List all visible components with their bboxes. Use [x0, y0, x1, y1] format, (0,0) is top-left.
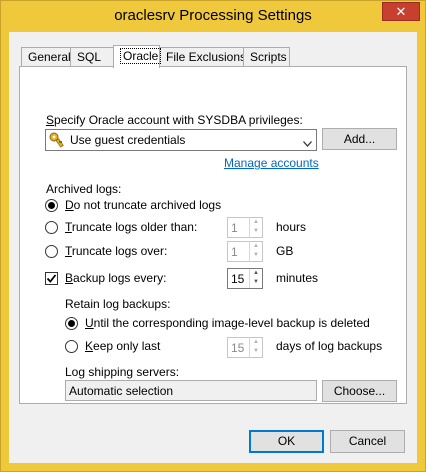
no-truncate-radio[interactable]: [45, 199, 58, 212]
choose-servers-button[interactable]: Choose...: [322, 380, 397, 402]
spin-down-icon: ▼: [253, 348, 259, 354]
backup-interval-stepper[interactable]: 15 ▲ ▼: [227, 268, 263, 289]
dialog-client-area: General SQL Oracle File Exclusions Scrip…: [9, 32, 417, 463]
manage-accounts-link[interactable]: Manage accounts: [224, 156, 319, 170]
backup-logs-checkbox[interactable]: [45, 272, 58, 285]
add-account-button[interactable]: Add...: [322, 128, 397, 150]
tab-general[interactable]: General: [21, 47, 71, 67]
older-unit-label: hours: [276, 220, 307, 234]
tab-oracle[interactable]: Oracle: [113, 45, 162, 68]
account-label: Specify Oracle account with SYSDBA privi…: [46, 113, 303, 127]
truncate-over-radio[interactable]: [45, 245, 58, 258]
key-icon: [49, 132, 67, 151]
spin-up-icon: ▲: [253, 339, 259, 345]
cancel-button[interactable]: Cancel: [330, 430, 405, 453]
title-bar[interactable]: oraclesrv Processing Settings ✕: [1, 1, 425, 33]
spin-down-icon: ▼: [253, 252, 259, 258]
ok-button[interactable]: OK: [249, 430, 324, 453]
truncate-over-label[interactable]: Truncate logs over:: [65, 244, 167, 258]
truncate-over-stepper[interactable]: 1 ▲ ▼: [227, 241, 263, 262]
truncate-older-label[interactable]: Truncate logs older than:: [65, 220, 197, 234]
retain-until-deleted-radio[interactable]: [65, 317, 78, 330]
retain-until-deleted-label[interactable]: Until the corresponding image-level back…: [85, 316, 370, 330]
retain-log-backups-label: Retain log backups:: [65, 297, 171, 311]
close-icon: ✕: [395, 4, 407, 19]
dialog-window: oraclesrv Processing Settings ✕ General …: [0, 0, 426, 472]
backup-unit-label: minutes: [276, 271, 319, 285]
keep-only-last-radio[interactable]: [65, 340, 78, 353]
tab-sql[interactable]: SQL: [70, 47, 114, 67]
tab-scripts[interactable]: Scripts: [243, 47, 290, 67]
over-unit-label: GB: [276, 244, 294, 258]
backup-logs-label[interactable]: Backup logs every:: [65, 271, 166, 285]
spin-up-icon: ▲: [253, 243, 259, 249]
chevron-down-icon: [303, 136, 312, 150]
spin-up-icon: ▲: [253, 270, 259, 276]
keep-unit-label: days of log backups: [276, 339, 383, 353]
truncate-older-stepper[interactable]: 1 ▲ ▼: [227, 217, 263, 238]
log-shipping-servers-field: Automatic selection: [65, 380, 317, 401]
tab-file-exclusions[interactable]: File Exclusions: [159, 47, 246, 67]
log-shipping-label: Log shipping servers:: [65, 365, 180, 379]
spin-down-icon: ▼: [253, 279, 259, 285]
keep-only-last-label[interactable]: Keep only last: [85, 339, 160, 353]
close-button[interactable]: ✕: [382, 2, 420, 21]
no-truncate-label[interactable]: Do not truncate archived logs: [65, 198, 221, 212]
keep-last-stepper[interactable]: 15 ▲ ▼: [227, 337, 263, 358]
archived-logs-label: Archived logs:: [46, 182, 122, 196]
oracle-account-dropdown[interactable]: Use guest credentials: [45, 129, 317, 151]
spin-up-icon: ▲: [253, 219, 259, 225]
oracle-tab-panel: Specify Oracle account with SYSDBA privi…: [19, 66, 407, 404]
window-title: oraclesrv Processing Settings: [114, 7, 312, 24]
oracle-account-value: Use guest credentials: [70, 133, 186, 147]
truncate-older-radio[interactable]: [45, 221, 58, 234]
check-icon: [46, 274, 57, 283]
spin-down-icon: ▼: [253, 228, 259, 234]
